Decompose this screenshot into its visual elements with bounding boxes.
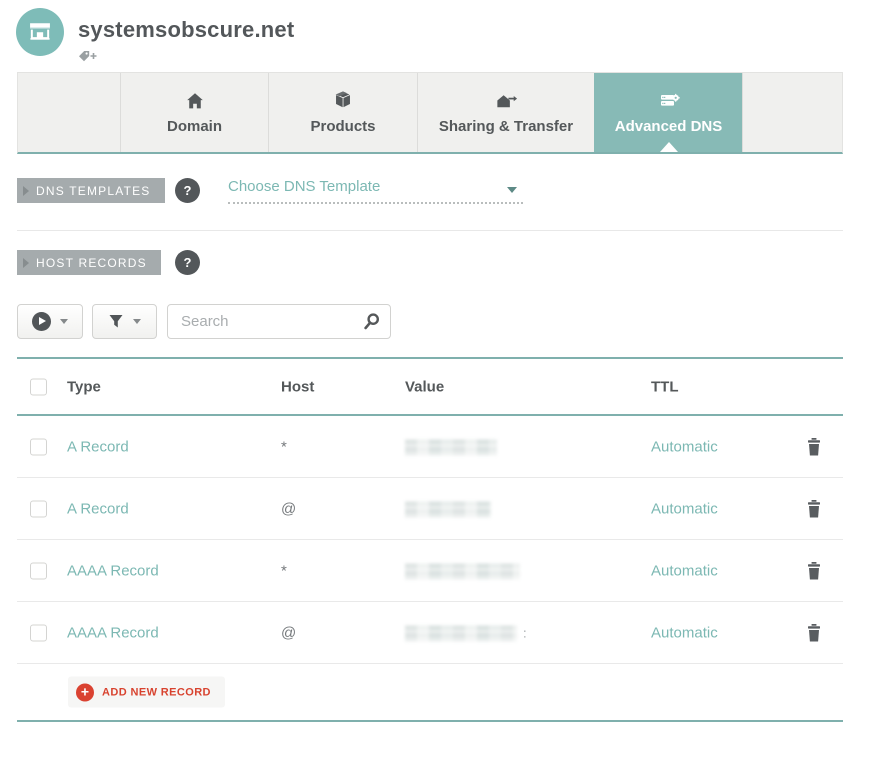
redacted-value	[405, 563, 520, 579]
redacted-value	[405, 439, 497, 455]
section-divider	[17, 230, 843, 231]
record-value	[405, 500, 491, 517]
dns-templates-help-button[interactable]: ?	[175, 178, 200, 203]
trash-icon	[805, 623, 823, 643]
server-gear-icon	[657, 91, 681, 111]
add-record-row: + ADD NEW RECORD	[17, 664, 843, 722]
box-icon	[332, 90, 354, 111]
trash-icon	[805, 561, 823, 581]
table-row: A Record @ Automatic	[17, 478, 843, 540]
record-type: A Record	[67, 500, 129, 517]
record-ttl: Automatic	[651, 500, 718, 517]
add-new-record-button[interactable]: + ADD NEW RECORD	[68, 677, 225, 708]
domain-tabs: Domain Products Sharing & Transfer	[17, 72, 843, 154]
chevron-down-icon	[60, 319, 68, 324]
record-ttl: Automatic	[651, 562, 718, 579]
record-value: :	[405, 624, 527, 641]
host-records-table: Type Host Value TTL A Record * Automatic…	[17, 357, 843, 722]
row-checkbox[interactable]	[30, 500, 47, 517]
search-icon	[362, 312, 381, 331]
badge-label: HOST RECORDS	[36, 256, 147, 270]
add-button-label: ADD NEW RECORD	[102, 686, 211, 698]
tab-sharing-transfer[interactable]: Sharing & Transfer	[417, 73, 594, 152]
record-host: *	[281, 438, 287, 455]
column-header-host: Host	[281, 378, 314, 395]
tab-label: Sharing & Transfer	[439, 118, 573, 135]
filter-icon	[108, 313, 124, 329]
table-row: AAAA Record @ : Automatic	[17, 602, 843, 664]
badge-label: DNS TEMPLATES	[36, 184, 151, 198]
record-value	[405, 562, 520, 579]
tab-label: Domain	[167, 118, 222, 135]
row-checkbox[interactable]	[30, 438, 47, 455]
select-all-checkbox[interactable]	[30, 378, 47, 395]
record-type: AAAA Record	[67, 562, 159, 579]
delete-record-button[interactable]	[805, 437, 823, 457]
plus-icon: +	[76, 683, 94, 701]
table-row: A Record * Automatic	[17, 416, 843, 478]
record-host: @	[281, 500, 296, 517]
row-checkbox[interactable]	[30, 624, 47, 641]
play-circle-icon	[32, 312, 51, 331]
column-header-value: Value	[405, 378, 444, 395]
house-icon	[184, 91, 206, 111]
dropdown-value: Choose DNS Template	[228, 178, 380, 195]
record-host: *	[281, 562, 287, 579]
chevron-down-icon	[507, 187, 517, 193]
delete-record-button[interactable]	[805, 623, 823, 643]
domain-header: systemsobscure.net	[0, 0, 874, 72]
search-box	[167, 304, 391, 339]
record-ttl: Automatic	[651, 624, 718, 641]
column-header-ttl: TTL	[651, 378, 679, 395]
record-type: A Record	[67, 438, 129, 455]
tag-plus-icon[interactable]	[78, 50, 98, 64]
page-title: systemsobscure.net	[78, 17, 294, 43]
badge-chevron-icon	[23, 258, 29, 268]
host-records-toolbar	[17, 303, 874, 339]
house-arrow-icon	[494, 91, 519, 111]
record-ttl: Automatic	[651, 438, 718, 455]
tab-products[interactable]: Products	[268, 73, 417, 152]
row-checkbox[interactable]	[30, 562, 47, 579]
record-value	[405, 438, 497, 455]
table-row: AAAA Record * Automatic	[17, 540, 843, 602]
host-records-help-button[interactable]: ?	[175, 250, 200, 275]
dns-templates-badge: DNS TEMPLATES	[17, 178, 165, 203]
tab-advanced-dns[interactable]: Advanced DNS	[594, 73, 742, 152]
tab-label: Products	[310, 118, 375, 135]
host-records-badge: HOST RECORDS	[17, 250, 161, 275]
filter-dropdown-button[interactable]	[92, 304, 157, 339]
table-header-row: Type Host Value TTL	[17, 359, 843, 416]
column-header-type: Type	[67, 378, 101, 395]
actions-dropdown-button[interactable]	[17, 304, 83, 339]
tab-label: Advanced DNS	[615, 118, 723, 135]
tab-spacer-right	[742, 73, 842, 152]
chevron-down-icon	[133, 319, 141, 324]
tab-spacer-left	[18, 73, 120, 152]
tab-domain[interactable]: Domain	[120, 73, 268, 152]
delete-record-button[interactable]	[805, 499, 823, 519]
record-type: AAAA Record	[67, 624, 159, 641]
redacted-value	[405, 625, 517, 641]
trash-icon	[805, 437, 823, 457]
dns-template-dropdown[interactable]: Choose DNS Template	[228, 178, 523, 204]
storefront-icon	[26, 18, 54, 46]
record-host: @	[281, 624, 296, 641]
dns-templates-section: DNS TEMPLATES ? Choose DNS Template	[17, 178, 843, 230]
domain-avatar	[16, 8, 64, 56]
delete-record-button[interactable]	[805, 561, 823, 581]
redacted-value	[405, 501, 491, 517]
search-input[interactable]	[167, 304, 391, 339]
value-suffix: :	[523, 626, 527, 641]
badge-chevron-icon	[23, 186, 29, 196]
trash-icon	[805, 499, 823, 519]
host-records-section: HOST RECORDS ?	[17, 250, 843, 275]
